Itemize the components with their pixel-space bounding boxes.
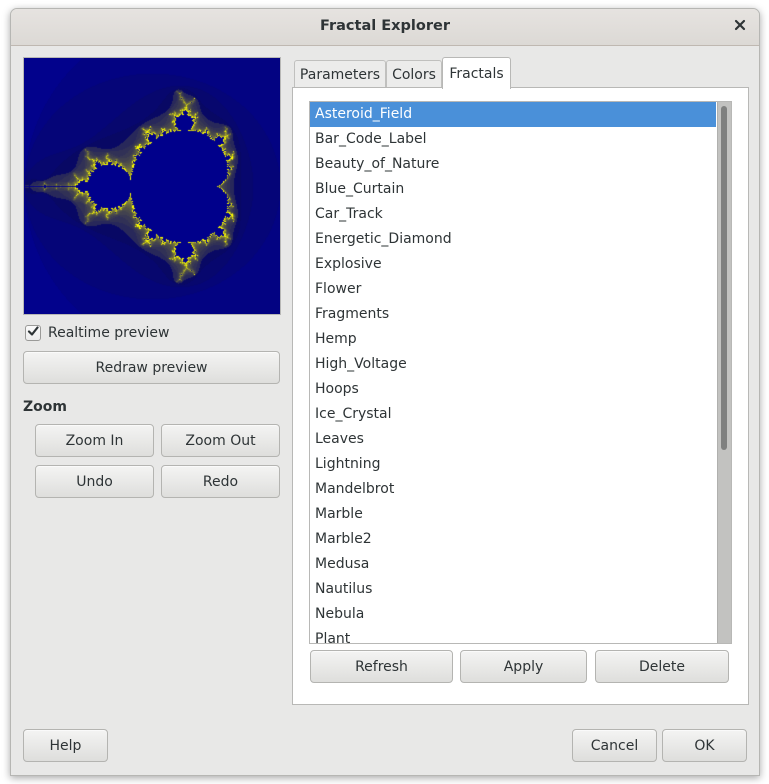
- fractal-list-item[interactable]: Hemp: [310, 327, 716, 352]
- realtime-preview-label: Realtime preview: [48, 325, 170, 341]
- fractal-list-item[interactable]: Ice_Crystal: [310, 402, 716, 427]
- list-scrollbar[interactable]: [717, 102, 731, 643]
- fractal-list-item[interactable]: Marble2: [310, 527, 716, 552]
- fractal-list-item[interactable]: Bar_Code_Label: [310, 127, 716, 152]
- fractal-list-item[interactable]: Hoops: [310, 377, 716, 402]
- redo-button[interactable]: Redo: [161, 465, 280, 498]
- zoom-heading: Zoom: [23, 399, 67, 415]
- fractal-list-item[interactable]: Flower: [310, 277, 716, 302]
- fractal-list-item[interactable]: High_Voltage: [310, 352, 716, 377]
- cancel-button[interactable]: Cancel: [572, 729, 657, 762]
- title-bar: Fractal Explorer: [11, 9, 759, 46]
- delete-button[interactable]: Delete: [595, 650, 729, 683]
- ok-button[interactable]: OK: [662, 729, 747, 762]
- tab-fractals[interactable]: Fractals: [442, 57, 511, 89]
- fractal-list-item[interactable]: Plant: [310, 627, 716, 643]
- checkbox-box[interactable]: [25, 325, 41, 341]
- fractal-list-item[interactable]: Mandelbrot: [310, 477, 716, 502]
- fractal-list-item[interactable]: Fragments: [310, 302, 716, 327]
- tab-colors[interactable]: Colors: [386, 60, 442, 88]
- fractal-list-item[interactable]: Medusa: [310, 552, 716, 577]
- tab-parameters[interactable]: Parameters: [294, 60, 386, 88]
- refresh-button[interactable]: Refresh: [310, 650, 453, 683]
- zoom-in-button[interactable]: Zoom In: [35, 424, 154, 457]
- realtime-preview-checkbox[interactable]: Realtime preview: [25, 325, 169, 341]
- checkmark-icon: [27, 325, 39, 341]
- fractal-list-item[interactable]: Nautilus: [310, 577, 716, 602]
- fractals-list-items: Asteroid_Field Bar_Code_Label Beauty_of_Na…: [310, 102, 716, 643]
- fractal-list-item[interactable]: Explosive: [310, 252, 716, 277]
- fractals-list[interactable]: Asteroid_Field Bar_Code_Label Beauty_of_Na…: [309, 101, 732, 644]
- fractal-list-item[interactable]: Asteroid_Field: [310, 102, 716, 127]
- fractal-list-item[interactable]: Lightning: [310, 452, 716, 477]
- list-scrollbar-thumb[interactable]: [721, 106, 727, 450]
- fractal-explorer-dialog: Fractal Explorer Realtime preview Redraw…: [10, 8, 760, 776]
- undo-button[interactable]: Undo: [35, 465, 154, 498]
- close-button[interactable]: [729, 16, 751, 38]
- fractal-list-item[interactable]: Car_Track: [310, 202, 716, 227]
- fractal-list-item[interactable]: Marble: [310, 502, 716, 527]
- help-button[interactable]: Help: [23, 729, 108, 762]
- close-icon: [734, 19, 746, 35]
- fractal-list-item[interactable]: Blue_Curtain: [310, 177, 716, 202]
- redraw-preview-button[interactable]: Redraw preview: [23, 351, 280, 384]
- window-title: Fractal Explorer: [320, 18, 450, 34]
- fractal-preview[interactable]: [23, 57, 281, 315]
- fractal-preview-canvas[interactable]: [24, 58, 280, 314]
- zoom-out-button[interactable]: Zoom Out: [161, 424, 280, 457]
- fractal-list-item[interactable]: Energetic_Diamond: [310, 227, 716, 252]
- apply-button[interactable]: Apply: [460, 650, 587, 683]
- fractal-list-item[interactable]: Nebula: [310, 602, 716, 627]
- fractal-list-item[interactable]: Leaves: [310, 427, 716, 452]
- fractal-list-item[interactable]: Beauty_of_Nature: [310, 152, 716, 177]
